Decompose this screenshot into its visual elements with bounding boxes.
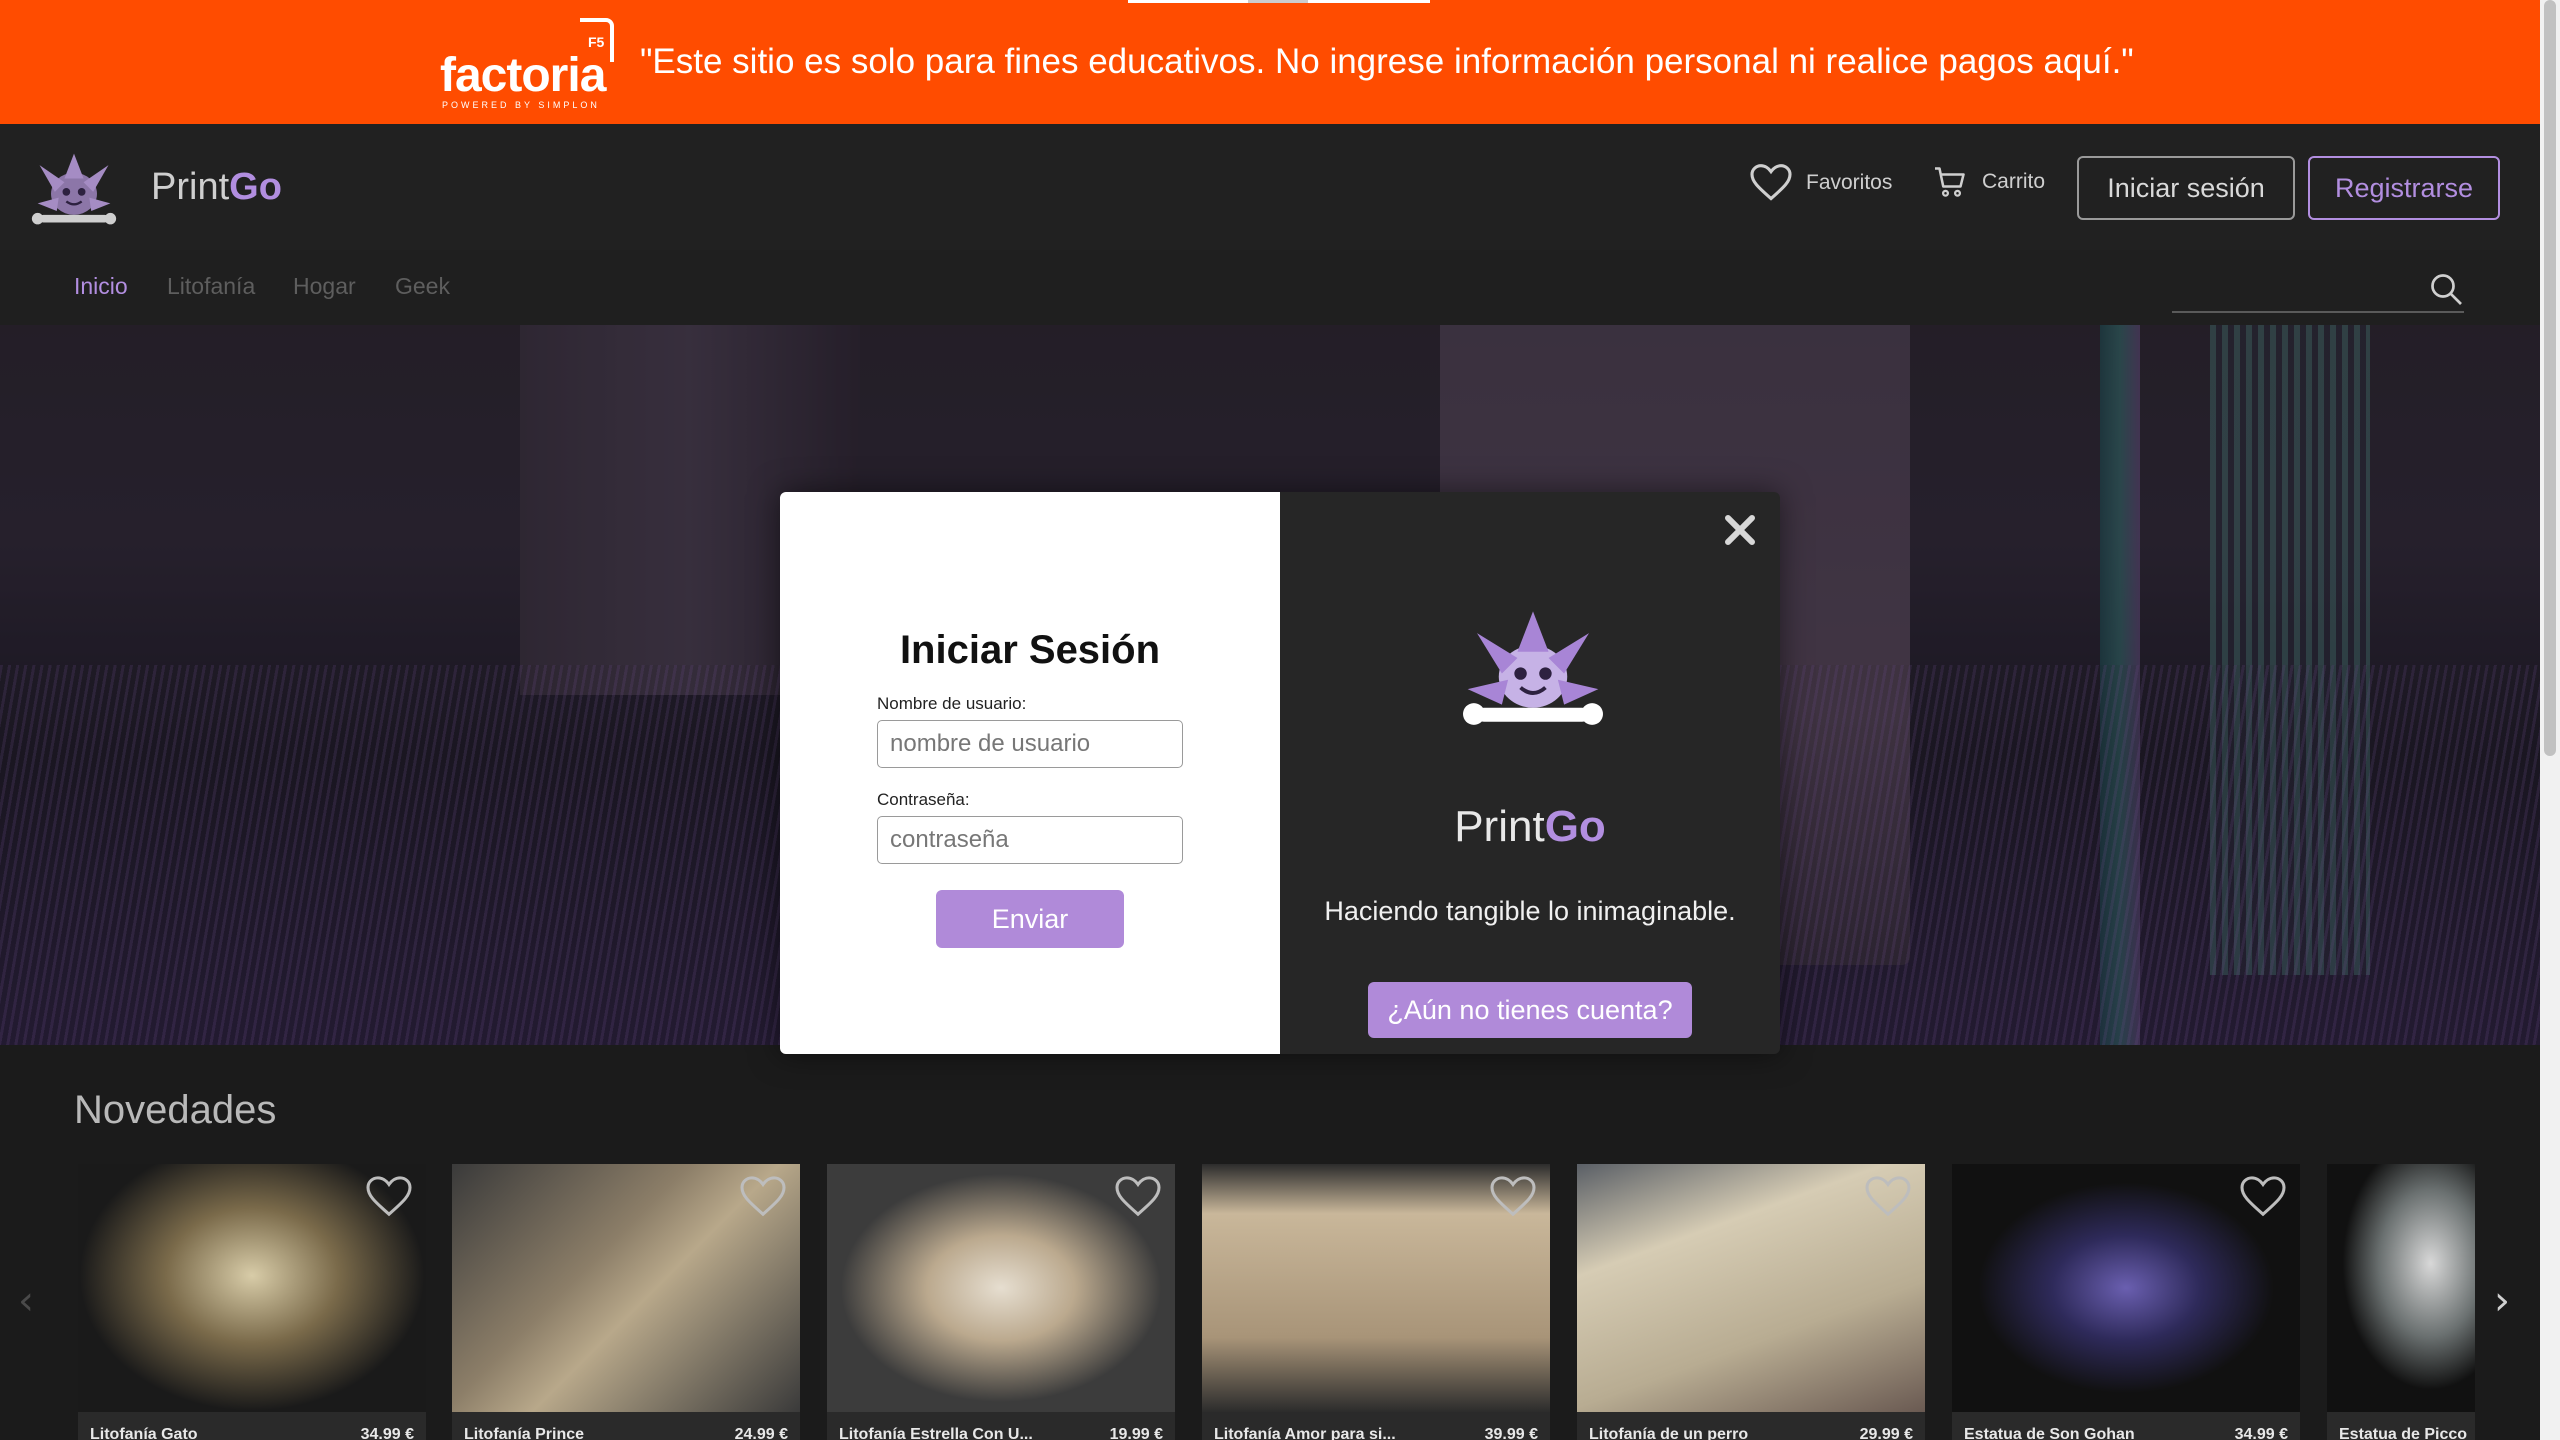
nav-item-litofania[interactable]: Litofanía	[167, 273, 255, 300]
register-button[interactable]: Registrarse	[2308, 156, 2500, 220]
favorite-heart-icon[interactable]	[2240, 1176, 2286, 1218]
product-name: Litofanía Amor para si...	[1214, 1426, 1396, 1440]
product-price: 39.99 €	[1484, 1426, 1538, 1440]
brand-prefix: Print	[151, 166, 230, 208]
search-bar	[2172, 261, 2464, 313]
banner-message: "Este sitio es solo para fines educativo…	[640, 42, 2134, 81]
product-price: 24.99 €	[734, 1426, 788, 1440]
favorite-heart-icon[interactable]	[1865, 1176, 1911, 1218]
signup-button[interactable]: ¿Aún no tienes cuenta?	[1368, 982, 1692, 1038]
banner-tab-indicator	[1128, 0, 1430, 3]
product-name: Litofanía de un perro	[1589, 1426, 1749, 1440]
product-price: 29.99 €	[1859, 1426, 1913, 1440]
product-price: 34.99 €	[2234, 1426, 2288, 1440]
product-card[interactable]: Litofanía Prince 24.99 €	[452, 1164, 800, 1440]
product-name: Litofanía Estrella Con U...	[839, 1426, 1033, 1440]
product-name: Litofanía Prince	[464, 1426, 585, 1440]
educational-banner: F5 factoria POWERED BY SIMPLON "Este sit…	[0, 0, 2540, 124]
nav-item-geek[interactable]: Geek	[395, 273, 450, 300]
product-card[interactable]: Litofanía Amor para si... 39.99 €	[1202, 1164, 1550, 1440]
favorite-heart-icon[interactable]	[1490, 1176, 1536, 1218]
carousel-next-icon[interactable]: ›	[2494, 1278, 2524, 1324]
brand-suffix: Go	[229, 166, 282, 208]
product-card[interactable]: Litofanía Gato 34.99 €	[78, 1164, 426, 1440]
login-button[interactable]: Iniciar sesión	[2077, 156, 2295, 220]
password-field[interactable]	[877, 816, 1183, 864]
factoria-logo: F5 factoria POWERED BY SIMPLON	[440, 18, 620, 110]
heart-icon	[1750, 164, 1792, 201]
username-field[interactable]	[877, 720, 1183, 768]
factoria-wordmark: factoria	[440, 49, 606, 102]
main-navbar: PrintGo Favoritos Carrito Iniciar sesión…	[0, 124, 2540, 250]
product-name: Estatua de Picco	[2339, 1426, 2468, 1440]
login-form-panel: Iniciar Sesión Nombre de usuario: Contra…	[780, 492, 1280, 1054]
nav-item-inicio[interactable]: Inicio	[74, 273, 128, 300]
close-icon[interactable]	[1722, 512, 1758, 548]
products-carousel: ‹ › Litofanía Gato 34.99 € Litofanía Pri…	[0, 1160, 2540, 1440]
username-label: Nombre de usuario:	[877, 694, 1027, 713]
login-modal: Iniciar Sesión Nombre de usuario: Contra…	[780, 492, 1780, 1054]
modal-brand-suffix: Go	[1544, 802, 1606, 851]
product-name: Estatua de Son Gohan	[1964, 1426, 2135, 1440]
favorites-label: Favoritos	[1806, 171, 1893, 194]
favorite-heart-icon[interactable]	[366, 1176, 412, 1218]
favorite-heart-icon[interactable]	[1115, 1176, 1161, 1218]
product-card[interactable]: Estatua de Picco	[2327, 1164, 2475, 1440]
product-card[interactable]: Litofanía Estrella Con U... 19.99 €	[827, 1164, 1175, 1440]
nav-item-hogar[interactable]: Hogar	[293, 273, 356, 300]
page-scrollbar[interactable]	[2540, 0, 2560, 1440]
category-nav: Inicio Litofanía Hogar Geek	[0, 250, 2540, 325]
section-title-novedades: Novedades	[74, 1088, 277, 1132]
cart-icon	[1935, 167, 1965, 197]
printgo-mascot-icon	[1463, 611, 1603, 725]
printgo-logo-icon[interactable]	[26, 144, 122, 234]
search-input[interactable]	[2172, 261, 2412, 311]
brand-name[interactable]: PrintGo	[151, 166, 282, 209]
favorites-link[interactable]: Favoritos	[1750, 164, 1892, 202]
product-card[interactable]: Litofanía de un perro 29.99 €	[1577, 1164, 1925, 1440]
password-label: Contraseña:	[877, 790, 970, 809]
search-icon[interactable]	[2428, 271, 2464, 307]
scrollbar-thumb[interactable]	[2544, 0, 2556, 756]
product-name: Litofanía Gato	[90, 1426, 198, 1440]
login-brand-panel: PrintGo Haciendo tangible lo inimaginabl…	[1280, 492, 1780, 1054]
login-title: Iniciar Sesión	[899, 628, 1161, 672]
app-root: F5 factoria POWERED BY SIMPLON "Este sit…	[0, 0, 2560, 1440]
factoria-subtitle: POWERED BY SIMPLON	[442, 100, 600, 110]
product-price: 34.99 €	[360, 1426, 414, 1440]
submit-button[interactable]: Enviar	[936, 890, 1124, 948]
cart-label: Carrito	[1982, 170, 2046, 193]
modal-tagline: Haciendo tangible lo inimaginable.	[1324, 896, 1736, 926]
favorite-heart-icon[interactable]	[740, 1176, 786, 1218]
product-image	[2327, 1164, 2475, 1412]
product-price: 19.99 €	[1109, 1426, 1163, 1440]
carousel-prev-icon[interactable]: ‹	[18, 1278, 48, 1324]
modal-brand-name: PrintGo	[1280, 802, 1780, 852]
product-card[interactable]: Estatua de Son Gohan 34.99 €	[1952, 1164, 2300, 1440]
modal-brand-prefix: Print	[1454, 802, 1545, 851]
cart-link[interactable]: Carrito	[1932, 164, 2045, 200]
